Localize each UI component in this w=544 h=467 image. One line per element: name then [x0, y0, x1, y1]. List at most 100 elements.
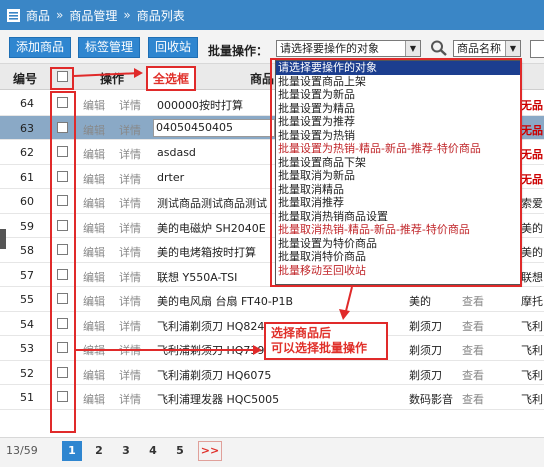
- detail-link[interactable]: 详情: [119, 97, 141, 113]
- chevron-down-icon[interactable]: ▼: [505, 41, 520, 56]
- edit-link[interactable]: 编辑: [83, 367, 105, 383]
- goods-name[interactable]: 美的电磁炉 SH2040E: [157, 220, 266, 236]
- select-all-highlight: [50, 67, 74, 90]
- page-3-link[interactable]: 3: [116, 441, 136, 461]
- chevron-down-icon[interactable]: ▼: [405, 41, 420, 56]
- goods-brand: 美的: [521, 246, 543, 259]
- goods-name[interactable]: 飞利浦剃须刀 HQ8240: [157, 318, 271, 334]
- goods-brand: 联想: [521, 270, 543, 284]
- goods-tag: 剃须刀: [409, 319, 442, 333]
- goods-id: 54: [20, 317, 34, 331]
- table-row[interactable]: 55 编辑 详情 美的电风扇 台扇 FT40-P1B 美的 查看 摩托: [0, 287, 544, 312]
- goods-id: 57: [20, 268, 34, 282]
- batch-operation-select[interactable]: 请选择要操作的对象 ▼: [276, 40, 421, 57]
- page-4-link[interactable]: 4: [143, 441, 163, 461]
- goods-tag: 剃须刀: [409, 344, 442, 357]
- goods-name[interactable]: 飞利浦剃须刀 HQ6075: [157, 367, 271, 383]
- search-icon[interactable]: [428, 39, 450, 57]
- column-id-header: 编号: [13, 72, 38, 86]
- view-link[interactable]: 查看: [462, 318, 484, 334]
- goods-id: 64: [20, 97, 34, 110]
- recycle-bin-button[interactable]: 回收站: [148, 37, 199, 58]
- page-2-link[interactable]: 2: [89, 441, 109, 461]
- goods-id: 51: [20, 391, 34, 404]
- goods-id: 59: [20, 219, 34, 233]
- detail-link[interactable]: 详情: [119, 367, 141, 383]
- goods-name[interactable]: 000000按时打算: [157, 97, 243, 113]
- side-collapse-handle[interactable]: [0, 229, 6, 249]
- breadcrumb: 商品 » 商品管理 » 商品列表: [0, 0, 544, 30]
- detail-link[interactable]: 详情: [119, 269, 141, 285]
- goods-brand: 飞利: [521, 368, 543, 382]
- edit-link[interactable]: 编辑: [83, 244, 105, 260]
- row-checkbox-highlight: [50, 91, 76, 433]
- column-ops-header: 操作: [100, 72, 125, 86]
- detail-link[interactable]: 详情: [119, 220, 141, 236]
- edit-link[interactable]: 编辑: [83, 122, 105, 138]
- goods-brand: 无品: [521, 172, 543, 186]
- goods-brand: 索爱: [521, 197, 543, 210]
- breadcrumb-item-goods-management[interactable]: 商品管理: [69, 7, 117, 24]
- goods-id: 58: [20, 244, 34, 257]
- search-input[interactable]: [530, 40, 544, 58]
- next-page-link[interactable]: >>: [198, 441, 222, 461]
- goods-brand: 无品: [521, 123, 543, 137]
- page-5-link[interactable]: 5: [170, 441, 190, 461]
- goods-name[interactable]: 飞利浦剃须刀 HQ7390: [157, 342, 271, 358]
- goods-brand: 美的: [521, 221, 543, 235]
- edit-link[interactable]: 编辑: [83, 220, 105, 236]
- goods-id: 53: [20, 342, 34, 355]
- batch-select-value: 请选择要操作的对象: [280, 42, 379, 55]
- breadcrumb-separator: »: [56, 8, 64, 22]
- detail-link[interactable]: 详情: [119, 195, 141, 211]
- edit-link[interactable]: 编辑: [83, 171, 105, 187]
- tag-management-button[interactable]: 标签管理: [78, 37, 141, 58]
- detail-link[interactable]: 详情: [119, 244, 141, 260]
- view-link[interactable]: 查看: [462, 391, 484, 407]
- goods-name[interactable]: 美的电风扇 台扇 FT40-P1B: [157, 293, 293, 309]
- goods-brand: 飞利: [521, 393, 543, 406]
- view-link[interactable]: 查看: [462, 342, 484, 358]
- detail-link[interactable]: 详情: [119, 171, 141, 187]
- goods-name[interactable]: 飞利浦理发器 HQC5005: [157, 391, 279, 407]
- edit-link[interactable]: 编辑: [83, 97, 105, 113]
- breadcrumb-item-goods-list: 商品列表: [136, 8, 185, 23]
- goods-brand: 无品: [521, 148, 543, 161]
- select-all-callout: 全选框: [146, 66, 197, 91]
- goods-name[interactable]: 测试商品测试商品测试: [157, 195, 267, 211]
- goods-brand: 飞利: [521, 319, 543, 333]
- table-row[interactable]: 51 编辑 详情 飞利浦理发器 HQC5005 数码影音 查看 飞利: [0, 385, 544, 410]
- goods-name[interactable]: 美的电烤箱按时打算: [157, 244, 256, 260]
- breadcrumb-separator: »: [123, 8, 131, 22]
- detail-link[interactable]: 详情: [119, 391, 141, 407]
- batch-hint-line-2: 可以选择批量操作: [271, 341, 368, 355]
- detail-link[interactable]: 详情: [119, 293, 141, 309]
- goods-name[interactable]: drter: [157, 171, 184, 184]
- page-summary: 13/59: [6, 444, 38, 457]
- batch-operation-label: 批量操作：: [208, 44, 269, 58]
- edit-link[interactable]: 编辑: [83, 146, 105, 162]
- edit-link[interactable]: 编辑: [83, 342, 105, 358]
- detail-link[interactable]: 详情: [119, 146, 141, 162]
- edit-link[interactable]: 编辑: [83, 195, 105, 211]
- page-1-link[interactable]: 1: [62, 441, 82, 461]
- view-link[interactable]: 查看: [462, 293, 484, 309]
- detail-link[interactable]: 详情: [119, 342, 141, 358]
- search-field-select[interactable]: 商品名称 ▼: [453, 40, 521, 57]
- edit-link[interactable]: 编辑: [83, 293, 105, 309]
- pagination: 13/59 1 2 3 4 5 >>: [0, 437, 544, 467]
- add-goods-button[interactable]: 添加商品: [9, 37, 72, 58]
- breadcrumb-item-goods[interactable]: 商品: [26, 7, 50, 24]
- edit-link[interactable]: 编辑: [83, 269, 105, 285]
- goods-brand: 无品: [521, 99, 543, 112]
- edit-link[interactable]: 编辑: [83, 391, 105, 407]
- edit-link[interactable]: 编辑: [83, 318, 105, 334]
- view-link[interactable]: 查看: [462, 367, 484, 383]
- detail-link[interactable]: 详情: [119, 318, 141, 334]
- goods-name-input[interactable]: 04050450405: [153, 118, 275, 137]
- detail-link[interactable]: 详情: [119, 122, 141, 138]
- goods-id: 62: [20, 146, 34, 159]
- goods-name[interactable]: 联想 Y550A-TSI: [157, 269, 237, 285]
- table-row[interactable]: 52 编辑 详情 飞利浦剃须刀 HQ6075 剃须刀 查看 飞利: [0, 361, 544, 385]
- goods-name[interactable]: asdasd: [157, 146, 196, 159]
